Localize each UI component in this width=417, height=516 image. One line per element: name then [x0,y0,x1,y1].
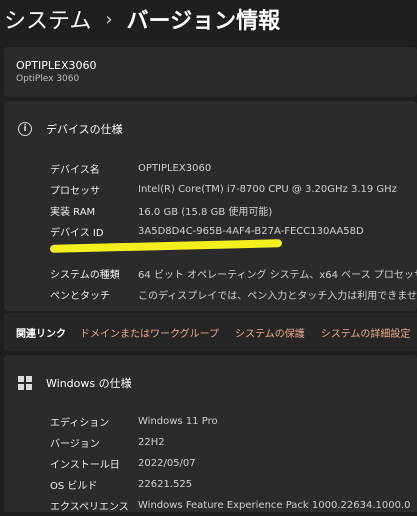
spec-value: Windows 11 Pro [138,416,218,427]
spec-row: バージョン 22H2 [50,432,411,453]
spec-label: システムの種類 [50,270,120,281]
breadcrumb-parent[interactable]: システム [4,3,91,35]
spec-row: プロセッサ Intel(R) Core(TM) i7-8700 CPU @ 3.… [50,179,417,200]
device-specs-list: デバイス名 OPTIPLEX3060 プロセッサ Intel(R) Core(T… [50,158,417,305]
spec-value: 64 ビット オペレーティング システム、x64 ベース プロセッサ [138,270,417,281]
section-title: Windows の仕様 [46,377,132,390]
spec-value: 22621.525 [138,479,193,490]
section-title: デバイスの仕様 [46,123,123,136]
windows-logo-icon [18,376,32,390]
spec-row: デバイス ID 3A5D8D4C-965B-4AF4-B27A-FECC130A… [50,221,417,242]
spec-value: 3A5D8D4C-965B-4AF4-B27A-FECC130AA58D [138,226,364,237]
spec-label: エディション [50,418,110,429]
spec-row: インストール日 2022/05/07 [50,453,411,474]
device-specs-header[interactable]: i デバイスの仕様 [4,101,417,157]
spec-label: デバイス ID [50,228,104,239]
spec-label: ペンとタッチ [50,291,110,302]
spec-value: 16.0 GB (15.8 GB 使用可能) [138,207,273,218]
spec-row: エディション Windows 11 Pro [50,411,411,432]
spec-row: ペンとタッチ このディスプレイでは、ペン入力とタッチ入力は利用できません [50,284,417,305]
spec-label: インストール日 [50,460,120,471]
spec-value: OPTIPLEX3060 [138,163,212,174]
info-icon: i [18,122,32,136]
spec-label: エクスペリエンス [50,502,129,513]
spec-label: デバイス名 [50,165,100,176]
spec-value: 22H2 [138,437,165,448]
windows-specs-section: Windows の仕様 エディション Windows 11 Pro バージョン … [4,355,417,513]
advanced-system-settings-link[interactable]: システムの詳細設定 [321,325,411,340]
system-protection-link[interactable]: システムの保護 [235,325,305,340]
spec-row: 実装 RAM 16.0 GB (15.8 GB 使用可能) [50,200,417,221]
spec-row: システムの種類 64 ビット オペレーティング システム、x64 ベース プロセ… [50,263,417,284]
spec-label: OS ビルド [50,481,98,492]
spec-row: エクスペリエンス Windows Feature Experience Pack… [50,495,411,516]
device-model: OptiPlex 3060 [16,74,80,84]
windows-specs-list: エディション Windows 11 Pro バージョン 22H2 インストール日… [50,411,411,516]
spec-value: Windows Feature Experience Pack 1000.226… [138,500,411,511]
spec-label: 実装 RAM [50,207,96,218]
windows-specs-header[interactable]: Windows の仕様 [4,355,417,411]
related-links-bar: 関連リンク ドメインまたはワークグループ システムの保護 システムの詳細設定 [4,313,417,351]
domain-workgroup-link[interactable]: ドメインまたはワークグループ [80,325,219,340]
page-title: バージョン情報 [126,9,281,34]
spec-value: 2022/05/07 [138,458,196,469]
spec-value: Intel(R) Core(TM) i7-8700 CPU @ 3.20GHz … [138,184,397,195]
spec-label: プロセッサ [50,186,100,197]
spec-row: OS ビルド 22621.525 [50,474,411,495]
related-links-title: 関連リンク [16,328,66,340]
chevron-right-icon: › [105,8,113,30]
breadcrumb: システム › バージョン情報 [4,2,280,36]
spec-value: このディスプレイでは、ペン入力とタッチ入力は利用できません [138,291,417,302]
device-specs-section: i デバイスの仕様 デバイス名 OPTIPLEX3060 プロセッサ Intel… [4,101,417,311]
spec-label: バージョン [50,439,100,450]
device-name: OPTIPLEX3060 [16,59,97,72]
spec-row: デバイス名 OPTIPLEX3060 [50,158,417,179]
device-card: OPTIPLEX3060 OptiPlex 3060 [4,47,417,97]
